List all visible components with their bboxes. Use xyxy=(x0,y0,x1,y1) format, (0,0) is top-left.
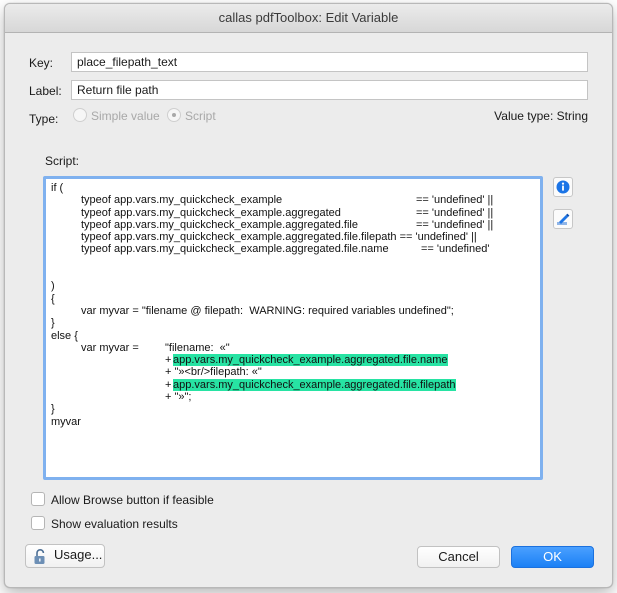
script-line: + "»<br/>filepath: «" xyxy=(51,366,536,378)
code-segment: else { xyxy=(51,329,78,342)
code-segment: == 'undefined' xyxy=(421,243,490,256)
code-segment: == 'undefined' || xyxy=(416,206,494,219)
pencil-icon xyxy=(557,213,570,225)
info-icon xyxy=(556,180,570,194)
script-line: typeof app.vars.my_quickcheck_example == … xyxy=(51,194,536,206)
usage-label: Usage... xyxy=(54,547,103,562)
script-editor[interactable]: if (typeof app.vars.my_quickcheck_exampl… xyxy=(43,176,543,480)
script-line: + "»"; xyxy=(51,391,536,403)
code-segment: } xyxy=(51,403,55,416)
key-label: Key: xyxy=(29,56,54,70)
value-type-text: Value type: String xyxy=(494,109,588,123)
show-evaluation-label: Show evaluation results xyxy=(51,517,178,531)
code-segment: { xyxy=(51,292,55,305)
usage-button[interactable]: Usage... xyxy=(25,544,105,568)
script-line: else { xyxy=(51,330,536,342)
script-line: + app.vars.my_quickcheck_example.aggrega… xyxy=(51,378,536,392)
code-segment: + "»<br/>filepath: «" xyxy=(165,366,262,379)
code-segment: var myvar = "filename @ filepath: WARNIN… xyxy=(81,304,454,317)
code-segment: } xyxy=(51,317,55,330)
show-evaluation-checkbox[interactable] xyxy=(31,516,45,530)
unlock-icon xyxy=(34,549,45,564)
script-line: typeof app.vars.my_quickcheck_example.ag… xyxy=(51,207,536,219)
script-radio[interactable] xyxy=(167,108,181,122)
code-segment: typeof app.vars.my_quickcheck_example.ag… xyxy=(81,231,477,244)
code-segment: var myvar = xyxy=(81,341,139,354)
script-line: var myvar = "filename @ filepath: WARNIN… xyxy=(51,305,536,317)
window-title: callas pdfToolbox: Edit Variable xyxy=(5,4,612,33)
code-segment: == 'undefined' || xyxy=(416,194,494,207)
code-segment: ) xyxy=(51,280,55,293)
script-line: ) xyxy=(51,280,536,292)
highlighted-code-segment: app.vars.my_quickcheck_example.aggregate… xyxy=(173,354,448,367)
script-line: var myvar = "filename: «" xyxy=(51,342,536,354)
code-segment: "filename: «" xyxy=(165,341,230,354)
label-input[interactable]: Return file path xyxy=(71,80,588,100)
script-line: myvar xyxy=(51,416,536,428)
type-label: Type: xyxy=(29,112,59,126)
simple-value-radio[interactable] xyxy=(73,108,87,122)
label-label: Label: xyxy=(29,84,62,98)
code-segment: typeof app.vars.my_quickcheck_example.ag… xyxy=(81,218,358,231)
code-segment: myvar xyxy=(51,415,81,428)
script-line: { xyxy=(51,293,536,305)
allow-browse-label: Allow Browse button if feasible xyxy=(51,493,214,507)
code-segment: typeof app.vars.my_quickcheck_example.ag… xyxy=(81,206,341,219)
ok-button[interactable]: OK xyxy=(511,546,594,568)
info-button[interactable] xyxy=(553,177,573,197)
key-input[interactable]: place_filepath_text xyxy=(71,52,588,72)
script-line: typeof app.vars.my_quickcheck_example.ag… xyxy=(51,243,536,255)
code-segment: + "»"; xyxy=(165,391,192,404)
script-line xyxy=(51,256,536,268)
code-segment: == 'undefined' || xyxy=(416,218,494,231)
edit-variable-dialog: callas pdfToolbox: Edit Variable Key: pl… xyxy=(4,3,613,588)
script-line xyxy=(51,268,536,280)
allow-browse-checkbox[interactable] xyxy=(31,492,45,506)
script-line: typeof app.vars.my_quickcheck_example.ag… xyxy=(51,231,536,243)
cancel-button[interactable]: Cancel xyxy=(417,546,500,568)
script-line: + app.vars.my_quickcheck_example.aggrega… xyxy=(51,354,536,367)
code-segment: typeof app.vars.my_quickcheck_example.ag… xyxy=(81,243,389,256)
script-code[interactable]: if (typeof app.vars.my_quickcheck_exampl… xyxy=(51,182,536,428)
script-radio-label: Script xyxy=(185,109,216,123)
code-segment: if ( xyxy=(51,182,64,194)
script-line: if ( xyxy=(51,182,536,194)
script-label: Script: xyxy=(45,154,80,168)
edit-script-button[interactable] xyxy=(553,209,573,229)
script-line: typeof app.vars.my_quickcheck_example.ag… xyxy=(51,219,536,231)
highlighted-code-segment: app.vars.my_quickcheck_example.aggregate… xyxy=(173,378,456,392)
simple-value-label: Simple value xyxy=(91,109,160,123)
code-segment: typeof app.vars.my_quickcheck_example xyxy=(81,194,283,207)
script-line: } xyxy=(51,317,536,329)
script-line: } xyxy=(51,403,536,415)
